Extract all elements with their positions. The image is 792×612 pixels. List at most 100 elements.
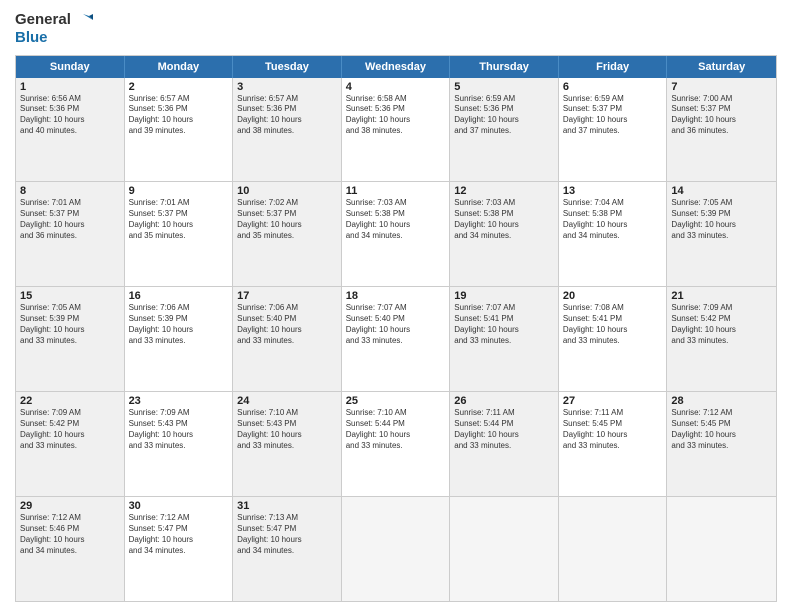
calendar-body: 1Sunrise: 6:56 AMSunset: 5:36 PMDaylight… xyxy=(16,78,776,602)
day-number: 26 xyxy=(454,395,554,407)
cal-cell-24: 24Sunrise: 7:10 AMSunset: 5:43 PMDayligh… xyxy=(233,392,342,496)
cal-cell-6: 6Sunrise: 6:59 AMSunset: 5:37 PMDaylight… xyxy=(559,78,668,182)
cell-info: Sunrise: 7:07 AMSunset: 5:41 PMDaylight:… xyxy=(454,303,554,346)
cal-cell-29: 29Sunrise: 7:12 AMSunset: 5:46 PMDayligh… xyxy=(16,497,125,601)
cell-info: Sunrise: 6:57 AMSunset: 5:36 PMDaylight:… xyxy=(237,94,337,137)
header-day-saturday: Saturday xyxy=(667,56,776,78)
calendar-row-1: 8Sunrise: 7:01 AMSunset: 5:37 PMDaylight… xyxy=(16,182,776,287)
cell-info: Sunrise: 7:03 AMSunset: 5:38 PMDaylight:… xyxy=(346,198,446,241)
cal-cell-empty xyxy=(450,497,559,601)
cal-cell-9: 9Sunrise: 7:01 AMSunset: 5:37 PMDaylight… xyxy=(125,182,234,286)
cal-cell-7: 7Sunrise: 7:00 AMSunset: 5:37 PMDaylight… xyxy=(667,78,776,182)
day-number: 10 xyxy=(237,185,337,197)
cal-cell-empty xyxy=(559,497,668,601)
cal-cell-27: 27Sunrise: 7:11 AMSunset: 5:45 PMDayligh… xyxy=(559,392,668,496)
cell-info: Sunrise: 7:09 AMSunset: 5:42 PMDaylight:… xyxy=(20,408,120,451)
day-number: 29 xyxy=(20,500,120,512)
cal-cell-17: 17Sunrise: 7:06 AMSunset: 5:40 PMDayligh… xyxy=(233,287,342,391)
day-number: 18 xyxy=(346,290,446,302)
day-number: 24 xyxy=(237,395,337,407)
cal-cell-23: 23Sunrise: 7:09 AMSunset: 5:43 PMDayligh… xyxy=(125,392,234,496)
cell-info: Sunrise: 7:06 AMSunset: 5:40 PMDaylight:… xyxy=(237,303,337,346)
calendar-header: SundayMondayTuesdayWednesdayThursdayFrid… xyxy=(16,56,776,78)
cell-info: Sunrise: 7:03 AMSunset: 5:38 PMDaylight:… xyxy=(454,198,554,241)
cal-cell-21: 21Sunrise: 7:09 AMSunset: 5:42 PMDayligh… xyxy=(667,287,776,391)
cell-info: Sunrise: 7:08 AMSunset: 5:41 PMDaylight:… xyxy=(563,303,663,346)
cell-info: Sunrise: 7:13 AMSunset: 5:47 PMDaylight:… xyxy=(237,513,337,556)
cell-info: Sunrise: 7:12 AMSunset: 5:45 PMDaylight:… xyxy=(671,408,772,451)
cal-cell-14: 14Sunrise: 7:05 AMSunset: 5:39 PMDayligh… xyxy=(667,182,776,286)
logo: General Blue xyxy=(15,10,93,47)
day-number: 12 xyxy=(454,185,554,197)
day-number: 30 xyxy=(129,500,229,512)
day-number: 19 xyxy=(454,290,554,302)
logo-general: General xyxy=(15,12,71,29)
calendar-row-4: 29Sunrise: 7:12 AMSunset: 5:46 PMDayligh… xyxy=(16,497,776,601)
calendar-row-0: 1Sunrise: 6:56 AMSunset: 5:36 PMDaylight… xyxy=(16,78,776,183)
day-number: 28 xyxy=(671,395,772,407)
cal-cell-30: 30Sunrise: 7:12 AMSunset: 5:47 PMDayligh… xyxy=(125,497,234,601)
day-number: 1 xyxy=(20,81,120,93)
cal-cell-11: 11Sunrise: 7:03 AMSunset: 5:38 PMDayligh… xyxy=(342,182,451,286)
header-day-tuesday: Tuesday xyxy=(233,56,342,78)
cal-cell-22: 22Sunrise: 7:09 AMSunset: 5:42 PMDayligh… xyxy=(16,392,125,496)
cell-info: Sunrise: 7:07 AMSunset: 5:40 PMDaylight:… xyxy=(346,303,446,346)
cell-info: Sunrise: 7:12 AMSunset: 5:46 PMDaylight:… xyxy=(20,513,120,556)
day-number: 7 xyxy=(671,81,772,93)
cell-info: Sunrise: 6:59 AMSunset: 5:37 PMDaylight:… xyxy=(563,94,663,137)
cell-info: Sunrise: 7:11 AMSunset: 5:45 PMDaylight:… xyxy=(563,408,663,451)
cal-cell-4: 4Sunrise: 6:58 AMSunset: 5:36 PMDaylight… xyxy=(342,78,451,182)
cal-cell-1: 1Sunrise: 6:56 AMSunset: 5:36 PMDaylight… xyxy=(16,78,125,182)
cal-cell-20: 20Sunrise: 7:08 AMSunset: 5:41 PMDayligh… xyxy=(559,287,668,391)
cal-cell-31: 31Sunrise: 7:13 AMSunset: 5:47 PMDayligh… xyxy=(233,497,342,601)
cell-info: Sunrise: 7:05 AMSunset: 5:39 PMDaylight:… xyxy=(671,198,772,241)
cell-info: Sunrise: 7:10 AMSunset: 5:44 PMDaylight:… xyxy=(346,408,446,451)
cell-info: Sunrise: 7:01 AMSunset: 5:37 PMDaylight:… xyxy=(20,198,120,241)
cell-info: Sunrise: 7:04 AMSunset: 5:38 PMDaylight:… xyxy=(563,198,663,241)
day-number: 21 xyxy=(671,290,772,302)
day-number: 3 xyxy=(237,81,337,93)
day-number: 23 xyxy=(129,395,229,407)
day-number: 16 xyxy=(129,290,229,302)
logo-blue: Blue xyxy=(15,30,48,47)
cell-info: Sunrise: 6:56 AMSunset: 5:36 PMDaylight:… xyxy=(20,94,120,137)
header-day-wednesday: Wednesday xyxy=(342,56,451,78)
logo-bird-icon xyxy=(73,10,93,30)
cell-info: Sunrise: 7:10 AMSunset: 5:43 PMDaylight:… xyxy=(237,408,337,451)
cell-info: Sunrise: 7:00 AMSunset: 5:37 PMDaylight:… xyxy=(671,94,772,137)
cell-info: Sunrise: 7:09 AMSunset: 5:42 PMDaylight:… xyxy=(671,303,772,346)
page: General Blue SundayMondayTuesdayWednesda… xyxy=(0,0,792,612)
header-day-sunday: Sunday xyxy=(16,56,125,78)
cal-cell-18: 18Sunrise: 7:07 AMSunset: 5:40 PMDayligh… xyxy=(342,287,451,391)
day-number: 9 xyxy=(129,185,229,197)
header-day-friday: Friday xyxy=(559,56,668,78)
day-number: 20 xyxy=(563,290,663,302)
day-number: 14 xyxy=(671,185,772,197)
cell-info: Sunrise: 7:12 AMSunset: 5:47 PMDaylight:… xyxy=(129,513,229,556)
cal-cell-3: 3Sunrise: 6:57 AMSunset: 5:36 PMDaylight… xyxy=(233,78,342,182)
cell-info: Sunrise: 7:01 AMSunset: 5:37 PMDaylight:… xyxy=(129,198,229,241)
cal-cell-28: 28Sunrise: 7:12 AMSunset: 5:45 PMDayligh… xyxy=(667,392,776,496)
day-number: 11 xyxy=(346,185,446,197)
day-number: 13 xyxy=(563,185,663,197)
cell-info: Sunrise: 7:06 AMSunset: 5:39 PMDaylight:… xyxy=(129,303,229,346)
day-number: 15 xyxy=(20,290,120,302)
cal-cell-13: 13Sunrise: 7:04 AMSunset: 5:38 PMDayligh… xyxy=(559,182,668,286)
cal-cell-empty xyxy=(342,497,451,601)
calendar: SundayMondayTuesdayWednesdayThursdayFrid… xyxy=(15,55,777,603)
cell-info: Sunrise: 7:05 AMSunset: 5:39 PMDaylight:… xyxy=(20,303,120,346)
cal-cell-10: 10Sunrise: 7:02 AMSunset: 5:37 PMDayligh… xyxy=(233,182,342,286)
cal-cell-16: 16Sunrise: 7:06 AMSunset: 5:39 PMDayligh… xyxy=(125,287,234,391)
cal-cell-12: 12Sunrise: 7:03 AMSunset: 5:38 PMDayligh… xyxy=(450,182,559,286)
day-number: 31 xyxy=(237,500,337,512)
cal-cell-26: 26Sunrise: 7:11 AMSunset: 5:44 PMDayligh… xyxy=(450,392,559,496)
day-number: 27 xyxy=(563,395,663,407)
cal-cell-19: 19Sunrise: 7:07 AMSunset: 5:41 PMDayligh… xyxy=(450,287,559,391)
cal-cell-2: 2Sunrise: 6:57 AMSunset: 5:36 PMDaylight… xyxy=(125,78,234,182)
cell-info: Sunrise: 7:09 AMSunset: 5:43 PMDaylight:… xyxy=(129,408,229,451)
day-number: 6 xyxy=(563,81,663,93)
header-day-thursday: Thursday xyxy=(450,56,559,78)
cal-cell-8: 8Sunrise: 7:01 AMSunset: 5:37 PMDaylight… xyxy=(16,182,125,286)
calendar-row-2: 15Sunrise: 7:05 AMSunset: 5:39 PMDayligh… xyxy=(16,287,776,392)
cal-cell-5: 5Sunrise: 6:59 AMSunset: 5:36 PMDaylight… xyxy=(450,78,559,182)
